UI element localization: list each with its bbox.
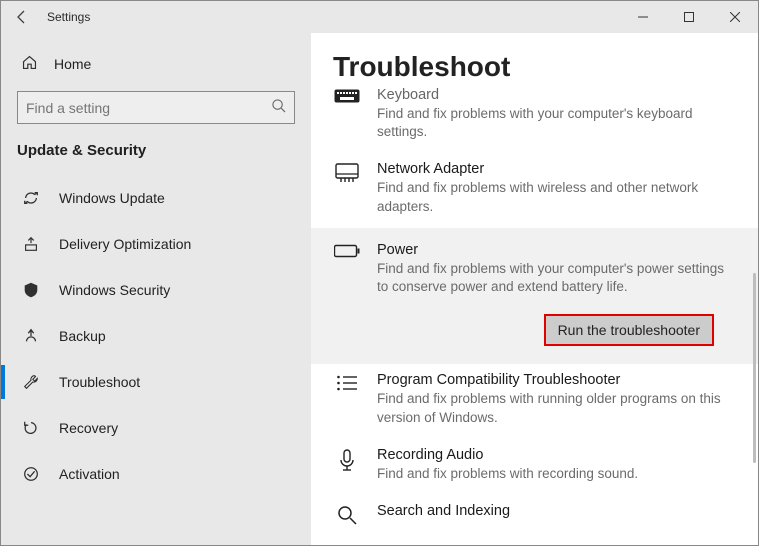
list-check-icon (333, 372, 361, 426)
search-icon (333, 503, 361, 525)
sidebar: Home Update & Security Windows Update De… (1, 33, 311, 545)
item-desc: Find and fix problems with wireless and … (377, 179, 736, 215)
home-label: Home (54, 56, 91, 72)
back-button[interactable] (1, 1, 43, 33)
title-bar: Settings (1, 1, 758, 33)
keyboard-icon (333, 87, 361, 141)
network-adapter-icon (333, 161, 361, 215)
scrollbar-thumb[interactable] (753, 273, 756, 463)
item-desc: Find and fix problems with running older… (377, 390, 736, 426)
microphone-icon (333, 447, 361, 483)
search-input[interactable] (17, 91, 295, 124)
troubleshoot-item-recording-audio[interactable]: Recording Audio Find and fix problems wi… (311, 439, 758, 495)
item-title: Network Adapter (377, 161, 736, 177)
sidebar-item-windows-security[interactable]: Windows Security (1, 267, 311, 313)
item-title: Recording Audio (377, 447, 736, 463)
minimize-button[interactable] (620, 1, 666, 33)
close-button[interactable] (712, 1, 758, 33)
sidebar-item-label: Backup (59, 328, 106, 344)
sidebar-item-label: Activation (59, 466, 120, 482)
troubleshoot-item-keyboard[interactable]: Keyboard Find and fix problems with your… (311, 87, 758, 153)
section-title: Update & Security (1, 138, 311, 175)
troubleshoot-item-network-adapter[interactable]: Network Adapter Find and fix problems wi… (311, 153, 758, 227)
shield-icon (21, 280, 41, 300)
delivery-icon (21, 234, 41, 254)
sidebar-item-label: Troubleshoot (59, 374, 140, 390)
item-desc: Find and fix problems with your computer… (377, 105, 736, 141)
battery-icon (333, 242, 361, 296)
item-title: Search and Indexing (377, 503, 736, 519)
sidebar-item-label: Windows Update (59, 190, 165, 206)
sidebar-item-label: Windows Security (59, 282, 170, 298)
item-desc: Find and fix problems with your computer… (377, 260, 736, 296)
maximize-button[interactable] (666, 1, 712, 33)
home-icon (21, 54, 38, 74)
sidebar-item-recovery[interactable]: Recovery (1, 405, 311, 451)
troubleshoot-item-power[interactable]: Power Find and fix problems with your co… (311, 228, 758, 364)
run-troubleshooter-button[interactable]: Run the troubleshooter (544, 314, 714, 346)
item-title: Keyboard (377, 87, 736, 103)
item-title: Power (377, 242, 736, 258)
sidebar-item-backup[interactable]: Backup (1, 313, 311, 359)
sidebar-item-delivery-optimization[interactable]: Delivery Optimization (1, 221, 311, 267)
sidebar-item-troubleshoot[interactable]: Troubleshoot (1, 359, 311, 405)
window-title: Settings (47, 10, 90, 24)
wrench-icon (21, 372, 41, 392)
sidebar-item-windows-update[interactable]: Windows Update (1, 175, 311, 221)
troubleshoot-item-search-indexing[interactable]: Search and Indexing (311, 495, 758, 525)
recovery-icon (21, 418, 41, 438)
troubleshoot-item-program-compatibility[interactable]: Program Compatibility Troubleshooter Fin… (311, 364, 758, 438)
search-field[interactable] (26, 100, 271, 116)
activation-icon (21, 464, 41, 484)
sidebar-item-label: Delivery Optimization (59, 236, 191, 252)
home-link[interactable]: Home (1, 45, 311, 83)
backup-icon (21, 326, 41, 346)
item-desc: Find and fix problems with recording sou… (377, 465, 736, 483)
content-pane: Troubleshoot Keyboard Find and fix probl… (311, 33, 758, 545)
page-title: Troubleshoot (311, 51, 758, 83)
item-title: Program Compatibility Troubleshooter (377, 372, 736, 388)
sync-icon (21, 188, 41, 208)
sidebar-item-activation[interactable]: Activation (1, 451, 311, 497)
sidebar-item-label: Recovery (59, 420, 118, 436)
troubleshooter-list: Keyboard Find and fix problems with your… (311, 87, 758, 525)
search-icon (271, 98, 286, 118)
